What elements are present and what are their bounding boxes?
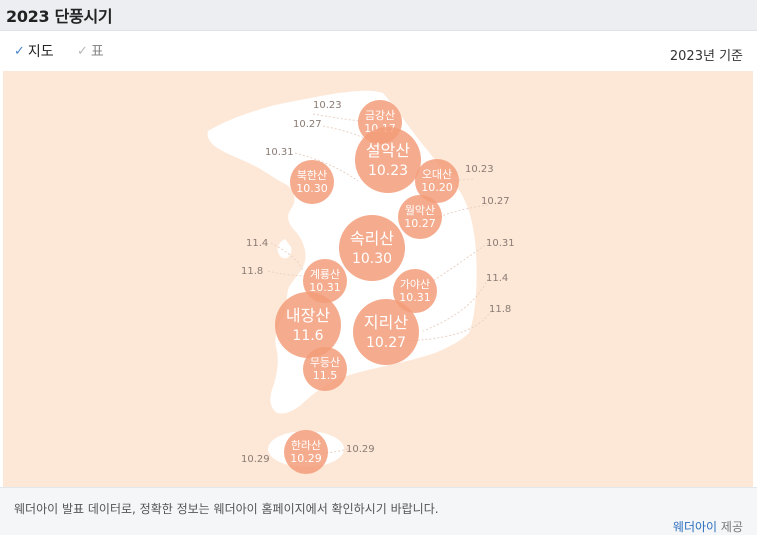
mountain-bubble[interactable] bbox=[339, 215, 405, 281]
mountain-bubble[interactable] bbox=[355, 127, 421, 193]
credit-suffix: 제공 bbox=[720, 520, 743, 534]
mountain-date: 10.30 bbox=[352, 251, 392, 267]
mountain-date: 11.5 bbox=[313, 369, 338, 382]
mountain-name: 가야산 bbox=[400, 278, 430, 291]
tab-map-label: 지도 bbox=[27, 44, 54, 60]
mountain-name: 속리산 bbox=[350, 229, 394, 248]
mountain-marker[interactable]: 북한산10.30 bbox=[290, 160, 334, 204]
mountain-name: 설악산 bbox=[366, 141, 410, 160]
mountain-name: 계룡산 bbox=[310, 268, 340, 281]
guide-date-label: 10.23 bbox=[465, 164, 494, 175]
guide-date-label: 11.4 bbox=[246, 238, 268, 249]
guide-date-label: 10.27 bbox=[481, 196, 510, 207]
foliage-map: 10.23 10.27 10.31 11.4 11.8 10.23 10.27 10.31 11… bbox=[3, 71, 753, 487]
guide-date-label: 10.31 bbox=[265, 147, 294, 158]
check-icon: ✓ bbox=[77, 43, 88, 59]
mountain-name: 무등산 bbox=[310, 356, 340, 369]
view-tabs: ✓ 지도 ✓ 표 2023년 기준 bbox=[0, 31, 757, 71]
footer: 웨더아이 발표 데이터로, 정확한 정보는 웨더아이 홈페이지에서 확인하시기 … bbox=[0, 487, 757, 535]
mountain-date: 11.6 bbox=[292, 328, 323, 344]
mountain-name: 월악산 bbox=[405, 204, 435, 217]
mountain-name: 오대산 bbox=[422, 168, 452, 181]
mountain-date: 10.31 bbox=[309, 281, 341, 294]
guide-date-label: 10.23 bbox=[313, 100, 342, 111]
mountain-marker[interactable]: 한라산10.29 bbox=[284, 430, 328, 474]
guide-date-label: 11.4 bbox=[486, 273, 508, 284]
guide-date-label: 10.27 bbox=[293, 119, 322, 130]
mountain-bubble[interactable] bbox=[353, 299, 419, 365]
mountain-marker[interactable]: 속리산 10.30 bbox=[339, 215, 405, 281]
guide-date-label: 11.8 bbox=[489, 304, 511, 315]
tab-table[interactable]: ✓ 표 bbox=[77, 41, 104, 61]
source-note: 웨더아이 발표 데이터로, 정확한 정보는 웨더아이 홈페이지에서 확인하시기 … bbox=[14, 502, 439, 516]
mountain-marker[interactable]: 무등산11.5 bbox=[303, 347, 347, 391]
west-coast-detail bbox=[277, 239, 292, 259]
mountain-marker[interactable]: 지리산 10.27 bbox=[353, 299, 419, 365]
mountain-name: 북한산 bbox=[297, 169, 327, 182]
mountain-marker[interactable]: 설악산 10.23 bbox=[355, 127, 421, 193]
credit: 웨더아이 제공 bbox=[673, 518, 743, 535]
check-icon: ✓ bbox=[14, 43, 25, 59]
map-canvas: 10.23 10.27 10.31 11.4 11.8 10.23 10.27 10.31 11… bbox=[207, 90, 515, 474]
mountain-date: 10.27 bbox=[366, 335, 406, 351]
mountain-name: 한라산 bbox=[291, 439, 321, 452]
header-bar: 2023 단풍시기 bbox=[0, 0, 757, 31]
weatheri-link[interactable]: 웨더아이 bbox=[673, 520, 717, 534]
guide-date-label: 10.29 bbox=[241, 454, 270, 465]
tab-map[interactable]: ✓ 지도 bbox=[14, 41, 54, 61]
mountain-marker[interactable]: 월악산10.27 bbox=[398, 195, 442, 239]
mountain-date: 10.29 bbox=[290, 452, 322, 465]
mountain-name: 금강산 bbox=[365, 109, 395, 122]
mountain-date: 10.23 bbox=[368, 163, 408, 179]
guide-date-label: 11.8 bbox=[241, 266, 263, 277]
mountain-date: 10.30 bbox=[296, 182, 328, 195]
mountain-date: 10.27 bbox=[404, 217, 436, 230]
mountain-date: 10.31 bbox=[399, 291, 431, 304]
data-basis-label: 2023년 기준 bbox=[669, 49, 743, 64]
mountain-name: 내장산 bbox=[286, 306, 330, 325]
guide-date-label: 10.31 bbox=[486, 238, 515, 249]
page-title: 2023 단풍시기 bbox=[6, 7, 113, 26]
mountain-date: 10.20 bbox=[421, 181, 453, 194]
mountain-name: 지리산 bbox=[364, 313, 408, 332]
guide-date-label: 10.29 bbox=[346, 444, 375, 455]
tab-table-label: 표 bbox=[90, 44, 104, 60]
